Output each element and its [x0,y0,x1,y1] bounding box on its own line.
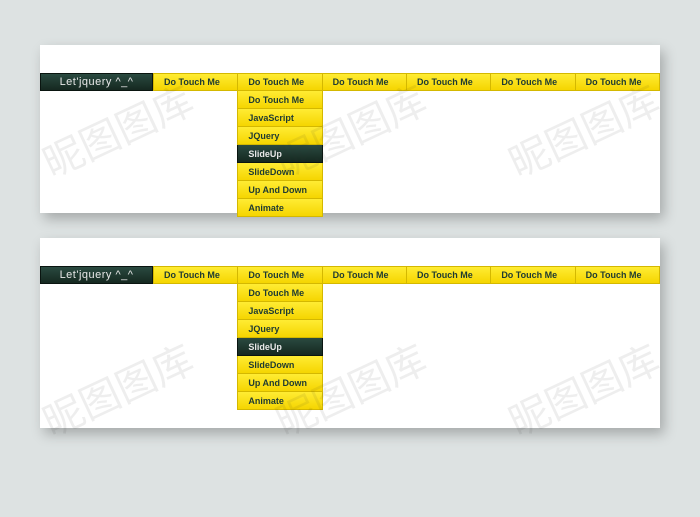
menu-item[interactable]: Do Touch Me [491,73,575,91]
menu-item[interactable]: Do Touch Me [576,73,660,91]
menu-item[interactable]: Do Touch Me [323,266,407,284]
menu-1: Do Touch MeDo Touch MeDo Touch MeJavaScr… [153,73,660,91]
menu-item[interactable]: Do Touch MeDo Touch MeJavaScriptJQuerySl… [238,73,322,91]
dropdown-item[interactable]: Up And Down [237,181,322,199]
dropdown-item[interactable]: Animate [237,392,322,410]
dropdown-item[interactable]: JavaScript [237,109,322,127]
dropdown-item[interactable]: JQuery [237,320,322,338]
dropdown-item[interactable]: SlideUp [237,145,322,163]
dropdown-item[interactable]: Do Touch Me [237,284,322,302]
dropdown-item[interactable]: SlideDown [237,356,322,374]
navbar-1: Let'jquery ^_^ Do Touch MeDo Touch MeDo … [40,73,660,91]
menu-item[interactable]: Do Touch Me [407,73,491,91]
menu-item[interactable]: Do Touch MeDo Touch MeJavaScriptJQuerySl… [238,266,322,284]
dropdown: Do Touch MeJavaScriptJQuerySlideUpSlideD… [237,91,322,217]
menu-item[interactable]: Do Touch Me [153,266,238,284]
dropdown-item[interactable]: Up And Down [237,374,322,392]
demo-panel-2: Let'jquery ^_^ Do Touch MeDo Touch MeDo … [40,238,660,428]
brand-label: Let'jquery ^_^ [40,73,153,91]
menu-item[interactable]: Do Touch Me [407,266,491,284]
dropdown-item[interactable]: JavaScript [237,302,322,320]
navbar-2: Let'jquery ^_^ Do Touch MeDo Touch MeDo … [40,266,660,284]
menu-item[interactable]: Do Touch Me [323,73,407,91]
demo-panel-1: Let'jquery ^_^ Do Touch MeDo Touch MeDo … [40,45,660,213]
menu-item[interactable]: Do Touch Me [576,266,660,284]
dropdown: Do Touch MeJavaScriptJQuerySlideUpSlideD… [237,284,322,410]
dropdown-item[interactable]: JQuery [237,127,322,145]
dropdown-item[interactable]: Animate [237,199,322,217]
menu-2: Do Touch MeDo Touch MeDo Touch MeJavaScr… [153,266,660,284]
menu-item[interactable]: Do Touch Me [491,266,575,284]
dropdown-item[interactable]: SlideDown [237,163,322,181]
dropdown-item[interactable]: SlideUp [237,338,322,356]
dropdown-item[interactable]: Do Touch Me [237,91,322,109]
menu-item[interactable]: Do Touch Me [153,73,238,91]
brand-label: Let'jquery ^_^ [40,266,153,284]
